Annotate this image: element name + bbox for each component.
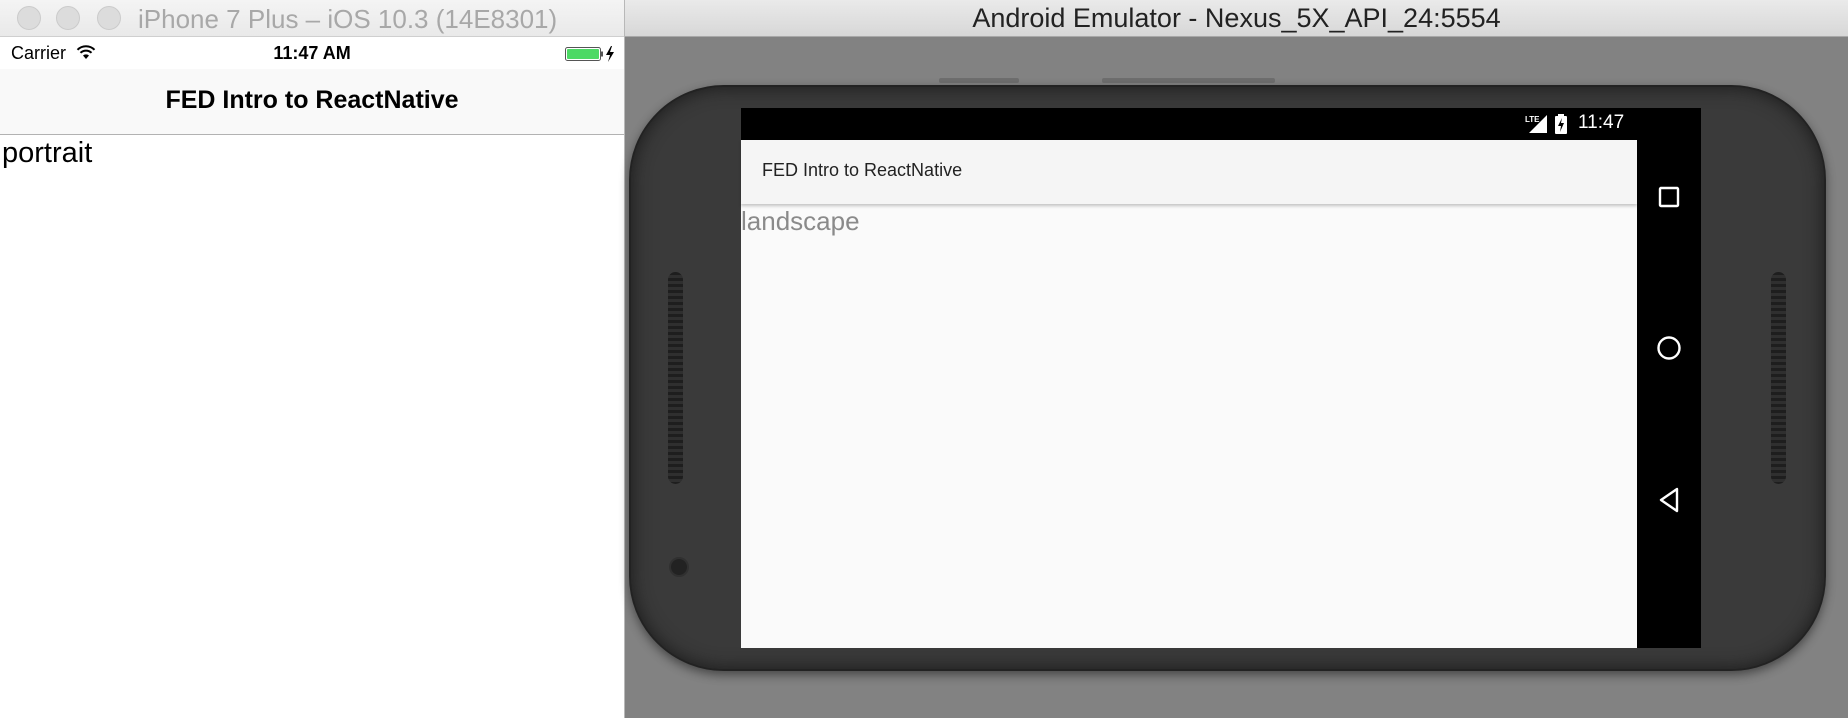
ios-orientation-text: portrait [2,137,93,169]
ios-simulator-window: iPhone 7 Plus – iOS 10.3 (14E8301) Carri… [0,0,625,718]
android-window-title: Android Emulator - Nexus_5X_API_24:5554 [972,3,1501,33]
home-circle-icon[interactable] [1651,330,1687,366]
ios-content-area: portrait [0,135,624,718]
android-orientation-text: landscape [741,206,860,236]
ios-status-bar: Carrier 11:47 AM [0,37,624,69]
android-emulator-window: Android Emulator - Nexus_5X_API_24:5554 … [625,0,1848,718]
zoom-window-button[interactable] [97,6,121,30]
back-triangle-icon[interactable] [1651,482,1687,518]
ios-window-title: iPhone 7 Plus – iOS 10.3 (14E8301) [138,4,558,34]
close-window-button[interactable] [17,6,41,30]
minimize-window-button[interactable] [56,6,80,30]
android-window-titlebar: Android Emulator - Nexus_5X_API_24:5554 [625,0,1848,37]
front-camera [669,557,689,577]
android-navigation-bar [1637,108,1701,648]
ios-nav-title: FED Intro to ReactNative [165,86,459,114]
android-clock: 11:47 [1578,112,1625,133]
power-button[interactable] [1102,78,1275,83]
overview-square-icon[interactable] [1651,179,1687,215]
ios-clock: 11:47 AM [273,43,351,63]
speaker-grille-right [1771,272,1786,484]
svg-text:LTE: LTE [1525,115,1540,124]
battery-charging-icon [1554,114,1568,139]
android-app: FED Intro to ReactNative landscape [741,140,1637,648]
ios-navigation-bar: FED Intro to ReactNative [0,69,624,135]
android-status-bar: LTE 11:47 [741,108,1637,140]
battery-charging-icon [565,46,617,67]
lte-signal-icon: LTE [1525,114,1549,139]
speaker-grille-left [668,272,683,484]
android-toolbar: FED Intro to ReactNative [741,140,1637,204]
volume-button[interactable] [939,78,1019,83]
android-toolbar-title: FED Intro to ReactNative [762,160,963,180]
android-screen: LTE 11:47 FED Intro to ReactNative lands… [741,108,1701,648]
ios-window-titlebar: iPhone 7 Plus – iOS 10.3 (14E8301) [0,0,624,37]
